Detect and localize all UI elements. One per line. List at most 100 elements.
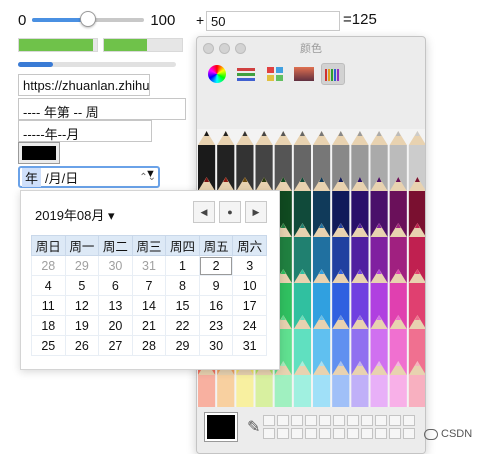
meter-fill [19, 39, 94, 51]
color-sliders-tab[interactable] [234, 63, 258, 85]
palette-grid-icon [267, 67, 283, 81]
custom-swatch-slot[interactable] [263, 428, 275, 439]
custom-swatch-slot[interactable] [305, 428, 317, 439]
custom-swatch-slot[interactable] [263, 415, 275, 426]
calendar-day[interactable]: 13 [98, 295, 133, 316]
calendar-day[interactable]: 8 [165, 275, 200, 296]
calendar-day[interactable]: 20 [98, 315, 133, 336]
calendar-day[interactable]: 31 [232, 335, 267, 356]
range-thumb[interactable] [80, 11, 97, 27]
custom-swatch-slot[interactable] [291, 428, 303, 439]
calendar-day[interactable]: 11 [31, 295, 66, 316]
week-input[interactable]: ---- 年第 -- 周 [18, 98, 186, 120]
calendar-day[interactable]: 12 [64, 295, 100, 316]
calendar-day[interactable]: 17 [232, 295, 267, 316]
window-title: 颜色 [300, 43, 322, 55]
calendar-day[interactable]: 30 [198, 335, 234, 356]
calendar-day[interactable]: 22 [165, 315, 200, 336]
range-slider[interactable] [32, 11, 145, 27]
custom-swatch-slot[interactable] [375, 428, 387, 439]
calendar-day[interactable]: 15 [165, 295, 200, 316]
calendar-day[interactable]: 1 [165, 255, 200, 276]
date-year-segment[interactable]: 年 [22, 167, 42, 187]
custom-swatch-slot[interactable] [319, 415, 331, 426]
calendar-day[interactable]: 2 [198, 255, 234, 276]
custom-swatch-slot[interactable] [319, 428, 331, 439]
color-picker-footer: ✎ [197, 407, 425, 453]
calendar-day[interactable]: 10 [232, 275, 267, 296]
progress-bar [18, 62, 176, 67]
calendar-day[interactable]: 28 [131, 335, 167, 356]
custom-swatch-slot[interactable] [277, 428, 289, 439]
calendar-day[interactable]: 29 [64, 255, 100, 276]
calendar-day[interactable]: 6 [98, 275, 133, 296]
calendar-day[interactable]: 24 [232, 315, 267, 336]
calendar-day[interactable]: 27 [98, 335, 133, 356]
custom-swatch-slot[interactable] [277, 415, 289, 426]
custom-swatch-slot[interactable] [403, 428, 415, 439]
custom-swatch-slot[interactable] [361, 428, 373, 439]
color-wheel-tab[interactable] [205, 63, 229, 85]
calendar-day[interactable]: 16 [198, 295, 234, 316]
calendar-day[interactable]: 31 [131, 255, 167, 276]
dropdown-caret-icon[interactable]: ▼ [145, 168, 156, 180]
custom-swatch-slot[interactable] [375, 415, 387, 426]
custom-swatch-slot[interactable] [361, 415, 373, 426]
url-input[interactable]: https://zhuanlan.zhihu [18, 74, 150, 96]
pencils-icon [325, 69, 339, 81]
custom-swatch-slot[interactable] [291, 415, 303, 426]
pencils-tab[interactable] [321, 63, 345, 85]
weekday-label: 周一 [64, 235, 100, 256]
custom-swatch-slot[interactable] [347, 428, 359, 439]
weekday-label: 周六 [232, 235, 267, 256]
month-input[interactable]: -----年--月 [18, 120, 152, 142]
color-palettes-tab[interactable] [263, 63, 287, 85]
calendar-day[interactable]: 26 [64, 335, 100, 356]
custom-swatch-slot[interactable] [333, 428, 345, 439]
calendar-day[interactable]: 9 [198, 275, 234, 296]
custom-swatch-slot[interactable] [389, 415, 401, 426]
date-input[interactable]: 年 /月/日 ⌃⌄ [18, 166, 160, 188]
weekday-label: 周日 [31, 235, 66, 256]
calendar-day[interactable]: 3 [232, 255, 267, 276]
calendar-day[interactable]: 19 [64, 315, 100, 336]
watermark-label: CSDN [441, 428, 473, 440]
calendar-day[interactable]: 30 [98, 255, 133, 276]
custom-swatch-slot[interactable] [347, 415, 359, 426]
today-button[interactable]: ● [219, 201, 241, 223]
calendar-week-row: 28 29 30 31 1 2 3 [31, 255, 267, 276]
weekday-header-row: 周日 周一 周二 周三 周四 周五 周六 [31, 235, 267, 256]
color-input[interactable] [18, 142, 60, 164]
custom-swatch-grid [263, 415, 415, 439]
sum-result: =125 [343, 11, 377, 28]
weekday-label: 周四 [165, 235, 200, 256]
calendar-day[interactable]: 18 [31, 315, 66, 336]
calendar-day[interactable]: 28 [31, 255, 66, 276]
custom-swatch-slot[interactable] [403, 415, 415, 426]
watermark: CSDN [424, 428, 472, 440]
calendar-day[interactable]: 7 [131, 275, 167, 296]
calendar-day[interactable]: 21 [131, 315, 167, 336]
calendar-day[interactable]: 29 [165, 335, 200, 356]
eyedropper-icon[interactable]: ✎ [247, 417, 260, 437]
number-input[interactable]: 50 [206, 11, 340, 31]
calendar-week-row: 25 26 27 28 29 30 31 [31, 335, 267, 356]
calendar-day[interactable]: 14 [131, 295, 167, 316]
color-mode-toolbar [197, 59, 425, 89]
custom-swatch-slot[interactable] [333, 415, 345, 426]
calendar-day[interactable]: 23 [198, 315, 234, 336]
calendar-day[interactable]: 5 [64, 275, 100, 296]
current-color-well[interactable] [204, 412, 238, 442]
date-rest-segments[interactable]: /月/日 [45, 168, 78, 187]
prev-month-button[interactable]: ◀ [193, 201, 215, 223]
plus-sign: + [196, 12, 205, 28]
calendar-day[interactable]: 25 [31, 335, 66, 356]
image-palettes-tab[interactable] [292, 63, 316, 85]
calendar-week-row: 18 19 20 21 22 23 24 [31, 315, 267, 336]
custom-swatch-slot[interactable] [305, 415, 317, 426]
custom-swatch-slot[interactable] [389, 428, 401, 439]
calendar-day[interactable]: 4 [31, 275, 66, 296]
month-year-selector[interactable]: 2019年08月 ▾ [35, 205, 115, 224]
meter-fill [104, 39, 147, 51]
next-month-button[interactable]: ▶ [245, 201, 267, 223]
